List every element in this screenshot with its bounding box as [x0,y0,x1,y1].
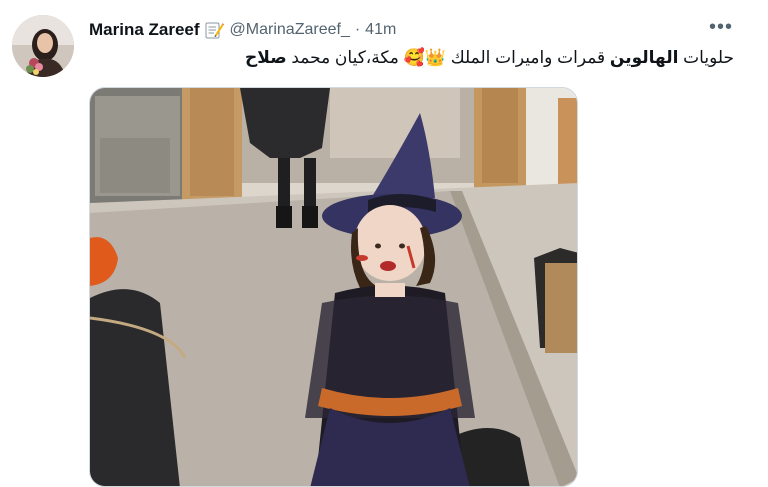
avatar[interactable] [12,15,74,77]
tweet-text-part3: مكة،كيان محمد [286,48,404,67]
tweet-header: Marina Zareef @MarinaZareef_ · 41m [89,18,396,42]
more-horizontal-icon[interactable]: ••• [706,16,736,44]
tweet-card[interactable]: Marina Zareef @MarinaZareef_ · 41m ••• ح… [0,0,768,487]
tweet-text-part2: قمرات واميرات الملك [445,48,610,67]
tweet-text-bold-salah: صلاح [245,48,287,67]
more-button-glyph: ••• [708,16,733,38]
tweet-text: حلويات الهالوين قمرات واميرات الملك 👑🥰 م… [94,44,734,72]
tweet-text-part1: حلويات [678,48,734,67]
tweet-photo[interactable] [89,87,578,487]
author-name[interactable]: Marina Zareef [89,20,200,40]
tweet-timestamp[interactable]: 41m [365,21,396,39]
author-handle[interactable]: @MarinaZareef_ [230,21,350,39]
avatar-image [12,15,74,77]
crown-icon: 👑 [424,48,446,67]
photo-witch-child [90,88,577,486]
smiling-hearts-icon: 🥰 [403,48,425,67]
tweet-text-bold-halloween: الهالوين [609,48,679,67]
separator-dot: · [354,21,361,38]
memo-icon [204,20,224,40]
